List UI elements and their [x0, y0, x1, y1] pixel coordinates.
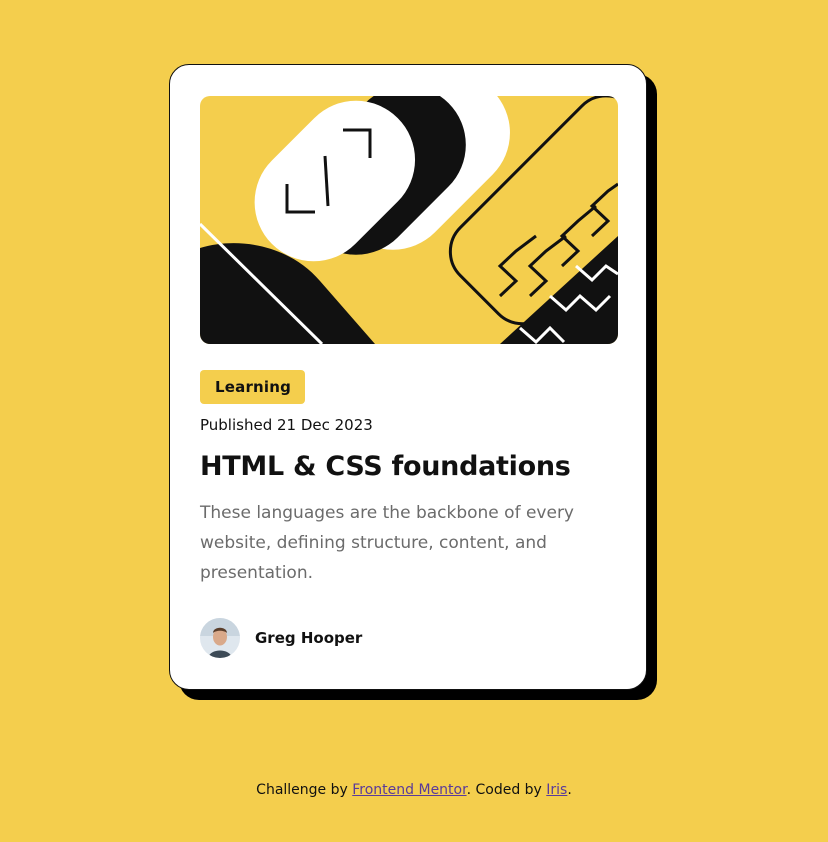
card-illustration [200, 96, 618, 344]
blog-preview-card: Learning Published 21 Dec 2023 HTML & CS… [169, 64, 647, 690]
attribution-suffix: . [567, 782, 572, 798]
card-title[interactable]: HTML & CSS foundations [200, 451, 616, 482]
avatar [200, 618, 240, 658]
frontend-mentor-link[interactable]: Frontend Mentor [352, 782, 466, 798]
published-date: Published 21 Dec 2023 [200, 416, 373, 434]
author: Greg Hooper [200, 618, 616, 658]
card-description: These languages are the backbone of ever… [200, 503, 574, 583]
author-name: Greg Hooper [255, 629, 363, 647]
attribution-middle: . Coded by [466, 782, 547, 798]
attribution-prefix: Challenge by [256, 782, 353, 798]
category-tag[interactable]: Learning [200, 370, 306, 404]
attribution: Challenge by Frontend Mentor. Coded by I… [0, 782, 828, 798]
author-link[interactable]: Iris [546, 782, 567, 798]
